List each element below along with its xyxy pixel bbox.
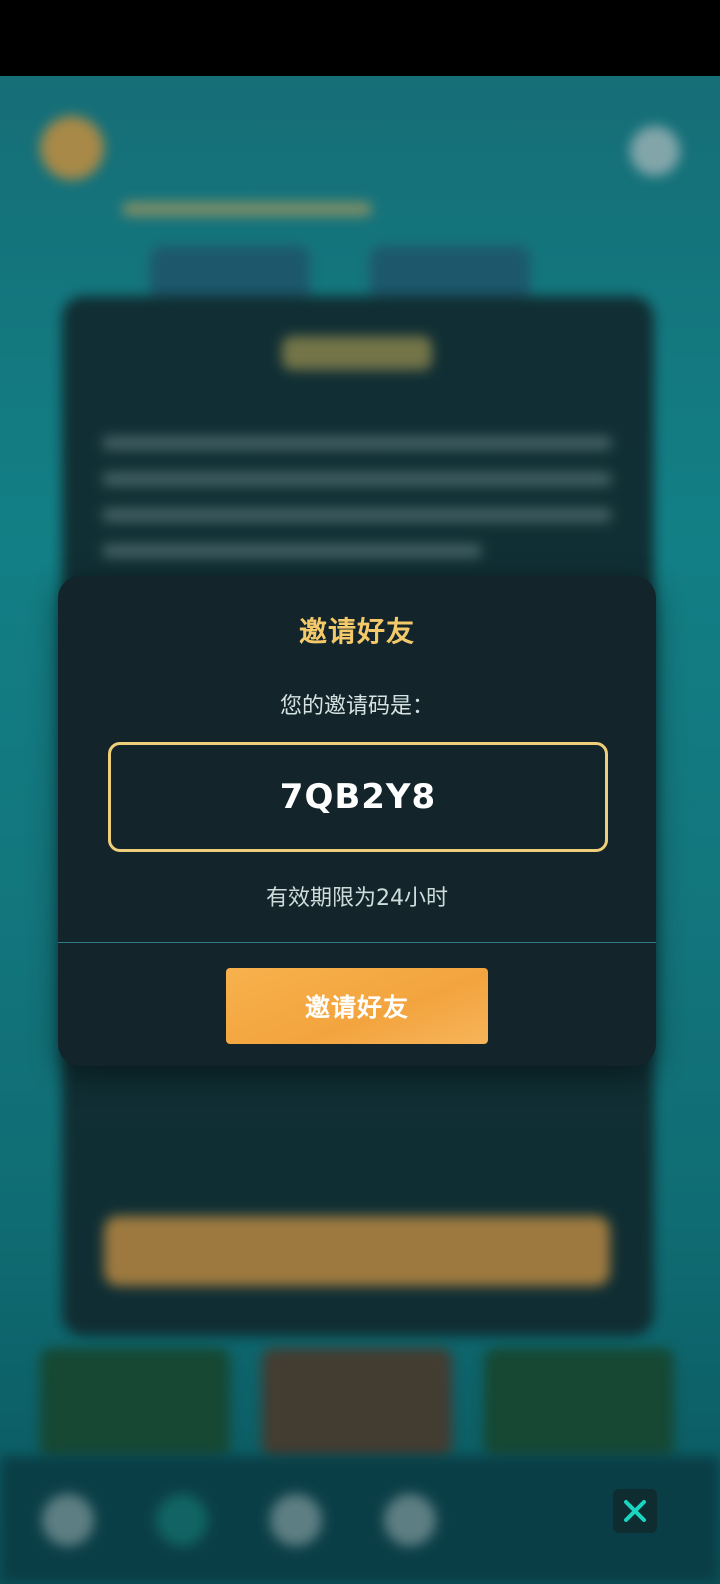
invite-code-box[interactable]: 7QB2Y8 — [108, 742, 608, 852]
divider — [58, 942, 656, 943]
invite-code[interactable]: 7QB2Y8 — [280, 777, 436, 817]
invite-friends-button[interactable]: 邀请好友 — [226, 968, 488, 1044]
close-icon — [624, 1500, 646, 1522]
dialog-title: 邀请好友 — [298, 615, 415, 648]
invite-code-label: 您的邀请码是： — [279, 694, 434, 719]
close-button[interactable] — [613, 1489, 657, 1533]
invite-friends-dialog: 邀请好友 您的邀请码是： 7QB2Y8 有效期限为24小时 邀请好友 — [58, 576, 656, 1066]
validity-text: 有效期限为24小时 — [266, 886, 448, 911]
status-bar — [0, 0, 720, 76]
